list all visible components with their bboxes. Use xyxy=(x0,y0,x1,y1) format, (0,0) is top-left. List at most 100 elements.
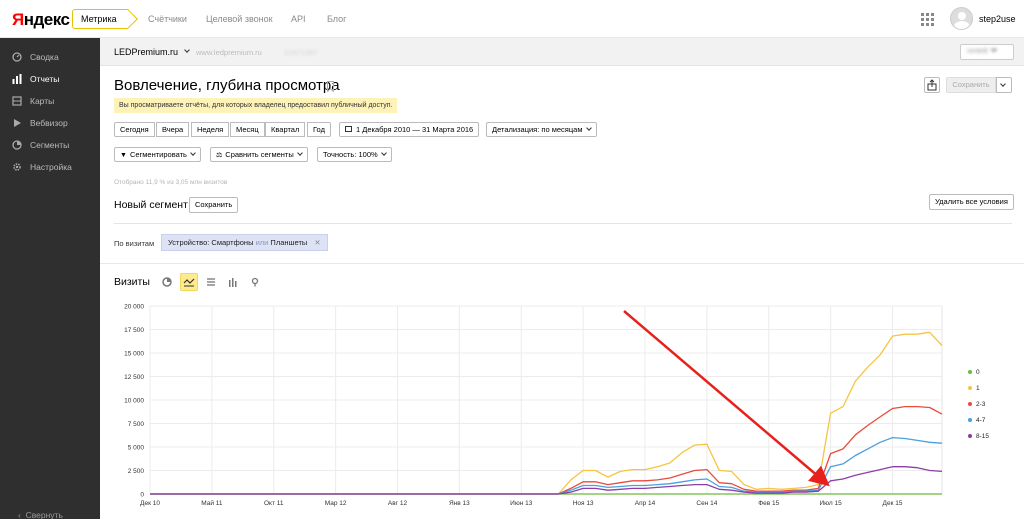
nav-target-call[interactable]: Целевой звонок xyxy=(206,14,273,24)
legend-dot-icon xyxy=(968,386,972,390)
chart-grid xyxy=(149,305,943,495)
page-title: Вовлечение, глубина просмотра xyxy=(114,77,340,94)
close-icon[interactable]: ✕ xyxy=(314,238,320,247)
y-tick-label: 17 500 xyxy=(124,327,144,334)
annotation-arrow xyxy=(623,310,830,487)
legend-item[interactable]: 8-15 xyxy=(968,431,1008,441)
filter-scope-label: По визитам xyxy=(114,239,155,248)
dashboard-icon xyxy=(12,52,22,62)
sidebar-item-settings[interactable]: Настройка xyxy=(12,159,72,175)
chart-metric-label: Визиты xyxy=(114,276,150,288)
sidebar-collapse-button[interactable]: ‹ Свернуть xyxy=(18,510,63,519)
filter-icon: ▼ xyxy=(120,152,127,159)
segment-label: Сегментировать xyxy=(129,150,187,159)
y-axis: 0 2 500 5 000 7 500 10 000 12 500 15 000 17 500… xyxy=(124,304,144,499)
pie-chart-icon[interactable] xyxy=(158,273,176,291)
detail-label: Детализация: по месяцам xyxy=(492,125,583,134)
account-name: rentelll xyxy=(967,48,988,55)
condition-text: Устройство: Смартфоны xyxy=(168,238,254,247)
period-week-button[interactable]: Неделя xyxy=(191,122,230,137)
save-report-button[interactable]: Сохранить xyxy=(946,77,996,93)
bar-chart-icon[interactable] xyxy=(224,273,242,291)
legend-label: 8-15 xyxy=(976,432,990,440)
sidebar-item-summary[interactable]: Сводка xyxy=(12,49,59,65)
period-month-button[interactable]: Месяц xyxy=(230,122,265,137)
period-yesterday-button[interactable]: Вчера xyxy=(156,122,190,137)
legend-dot-icon xyxy=(968,434,972,438)
x-tick-label: Дек 10 xyxy=(140,500,160,507)
legend-item[interactable]: 2-3 xyxy=(968,399,1008,409)
yandex-logo[interactable]: Яндекс xyxy=(12,10,70,30)
condition-or: или xyxy=(255,238,269,247)
counter-name: LEDPremium.ru xyxy=(114,47,179,57)
sidebar-item-label: Вебвизор xyxy=(30,118,68,128)
sidebar-item-reports[interactable]: Отчеты xyxy=(12,71,59,87)
y-tick-label: 10 000 xyxy=(124,398,144,405)
area-chart-icon[interactable] xyxy=(202,273,220,291)
public-access-notice: Вы просматриваете отчёты, для которых вл… xyxy=(114,98,398,113)
y-tick-label: 20 000 xyxy=(124,304,144,311)
sampling-info: Отобрано 11,9 % из 3,05 млн визитов xyxy=(114,179,228,186)
y-tick-label: 12 500 xyxy=(124,374,144,381)
counter-selector[interactable]: LEDPremium.ru xyxy=(114,47,190,57)
product-tab-metrika[interactable]: Метрика xyxy=(72,9,128,29)
sidebar-item-webvisor[interactable]: Вебвизор xyxy=(12,115,68,131)
export-button[interactable] xyxy=(924,77,940,93)
x-axis: Дек 10 Май 11 Окт 11 Мар 12 Авг 12 Янв 13 Июн … xyxy=(140,499,903,507)
x-tick-label: Май 11 xyxy=(201,499,223,507)
accuracy-label: Точность: 100% xyxy=(323,150,378,159)
x-tick-label: Мар 12 xyxy=(325,500,347,507)
y-tick-label: 5 000 xyxy=(128,445,145,452)
detail-dropdown[interactable]: Детализация: по месяцам xyxy=(486,122,597,137)
top-header: Яндекс Метрика Счётчики Целевой звонок A… xyxy=(0,0,1024,38)
nav-counters[interactable]: Счётчики xyxy=(148,14,187,24)
series-line-2-3 xyxy=(150,405,943,495)
compare-segments-button[interactable]: ⚖ Сравнить сегменты xyxy=(210,147,308,162)
collapse-label: Свернуть xyxy=(25,510,63,519)
accuracy-dropdown[interactable]: Точность: 100% xyxy=(317,147,392,162)
period-year-button[interactable]: Год xyxy=(307,122,331,137)
nav-blog[interactable]: Блог xyxy=(327,14,346,24)
compare-label: Сравнить сегменты xyxy=(225,150,294,159)
y-tick-label: 7 500 xyxy=(128,421,145,428)
save-segment-button[interactable]: Сохранить xyxy=(189,197,239,213)
x-tick-label: Июн 13 xyxy=(510,500,533,507)
sidebar-item-segments[interactable]: Сегменты xyxy=(12,137,69,153)
delete-all-conditions-button[interactable]: Удалить все условия xyxy=(929,194,1014,210)
x-tick-label: Дек 15 xyxy=(883,500,903,507)
legend-item[interactable]: 0 xyxy=(968,367,1008,377)
y-tick-label: 0 xyxy=(140,492,144,499)
legend-label: 1 xyxy=(976,384,980,392)
period-quarter-button[interactable]: Квартал xyxy=(265,122,306,137)
username[interactable]: step2use xyxy=(979,14,1016,24)
save-report-dropdown[interactable] xyxy=(996,77,1012,93)
date-range-picker[interactable]: 1 Декабря 2010 — 31 Марта 2016 xyxy=(339,122,480,137)
segment-condition-chip[interactable]: Устройство: Смартфоны или Планшеты ✕ xyxy=(161,234,328,251)
chevron-down-icon xyxy=(183,47,190,53)
sidebar-item-label: Отчеты xyxy=(30,74,60,84)
line-chart-icon[interactable] xyxy=(180,273,198,291)
apps-grid-icon[interactable] xyxy=(921,13,934,26)
legend-item[interactable]: 4-7 xyxy=(968,415,1008,425)
period-today-button[interactable]: Сегодня xyxy=(114,122,155,137)
x-tick-label: Фев 15 xyxy=(758,500,779,507)
play-icon xyxy=(12,118,22,128)
chevron-left-icon: ‹ xyxy=(18,510,21,519)
counter-id: 22671397 xyxy=(284,48,318,57)
sidebar-item-label: Настройка xyxy=(30,162,72,172)
legend-label: 0 xyxy=(976,368,980,376)
map-pin-icon[interactable] xyxy=(246,273,264,291)
logo-rest: ндекс xyxy=(23,10,70,29)
legend-item[interactable]: 1 xyxy=(968,383,1008,393)
x-tick-label: Июл 15 xyxy=(820,500,843,507)
avatar[interactable] xyxy=(950,7,973,30)
segment-button[interactable]: ▼ Сегментировать xyxy=(114,147,201,162)
x-tick-label: Сен 14 xyxy=(696,500,717,507)
account-selector[interactable]: rentelll xyxy=(960,44,1014,60)
sidebar-item-maps[interactable]: Карты xyxy=(12,93,54,109)
legend-label: 2-3 xyxy=(976,400,986,408)
bookmark-icon[interactable] xyxy=(327,81,334,91)
x-tick-label: Авг 12 xyxy=(388,500,408,507)
nav-api[interactable]: API xyxy=(291,14,306,24)
legend-label: 4-7 xyxy=(976,416,986,424)
